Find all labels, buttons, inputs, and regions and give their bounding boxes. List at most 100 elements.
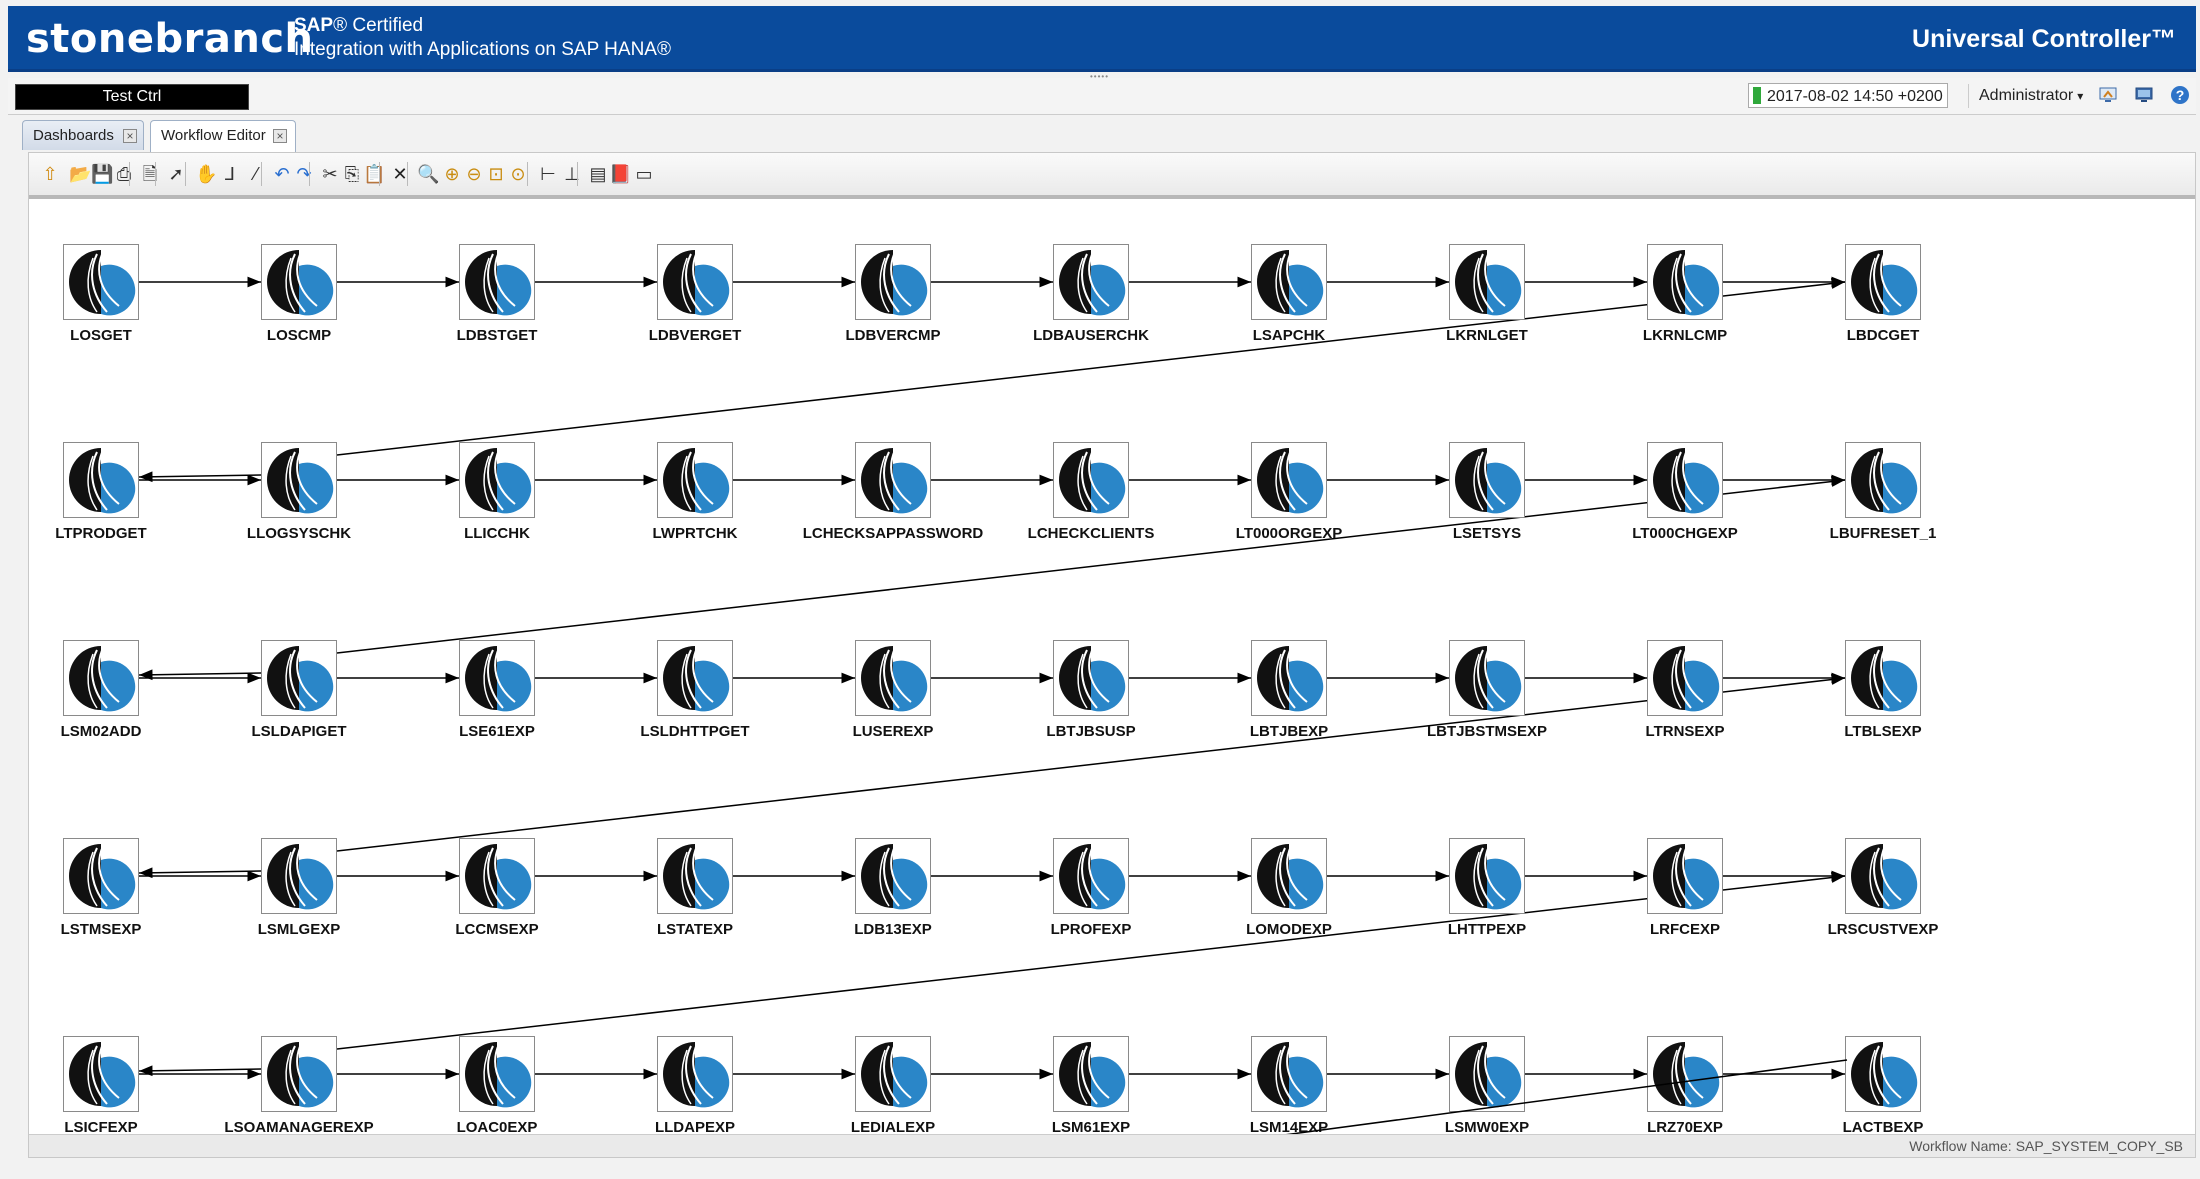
- workflow-task-node[interactable]: LBTJBSTMSEXP: [1427, 640, 1547, 741]
- sap-task-icon[interactable]: [1251, 838, 1327, 914]
- workflow-task-node[interactable]: LRSCUSTVEXP: [1828, 838, 1939, 939]
- print-preview-icon[interactable]: 🗎: [139, 163, 161, 185]
- workflow-task-node[interactable]: LSOAMANAGEREXP: [224, 1036, 374, 1137]
- home-monitor-icon[interactable]: [2098, 85, 2118, 105]
- workflow-task-node[interactable]: LBTJBEXP: [1250, 640, 1328, 741]
- sap-task-icon[interactable]: [63, 244, 139, 320]
- sap-task-icon[interactable]: [63, 838, 139, 914]
- sap-task-icon[interactable]: [855, 640, 931, 716]
- sap-task-icon[interactable]: [261, 1036, 337, 1112]
- layout-tree-icon[interactable]: ⊥: [561, 163, 583, 185]
- sap-task-icon[interactable]: [855, 442, 931, 518]
- tab-workflow-editor[interactable]: Workflow Editor ×: [150, 120, 296, 152]
- workflow-task-node[interactable]: LSMLGEXP: [258, 838, 341, 939]
- sap-task-icon[interactable]: [1449, 442, 1525, 518]
- workflow-task-node[interactable]: LOSGET: [63, 244, 139, 345]
- zoom-in-icon[interactable]: ⊕: [441, 163, 463, 185]
- sap-task-icon[interactable]: [657, 838, 733, 914]
- properties-icon[interactable]: ▤: [587, 163, 609, 185]
- sap-task-icon[interactable]: [1053, 442, 1129, 518]
- workflow-task-node[interactable]: LSLDAPIGET: [251, 640, 347, 741]
- workflow-task-node[interactable]: LTRNSEXP: [1646, 640, 1725, 741]
- sap-task-icon[interactable]: [1251, 244, 1327, 320]
- monitor-icon[interactable]: ▭: [633, 163, 655, 185]
- sap-task-icon[interactable]: [261, 838, 337, 914]
- undo-icon[interactable]: ↶: [271, 163, 293, 185]
- sap-task-icon[interactable]: [1053, 640, 1129, 716]
- workflow-task-node[interactable]: LCHECKSAPPASSWORD: [803, 442, 984, 543]
- print-icon[interactable]: ⎙: [113, 163, 135, 185]
- select-pointer-icon[interactable]: ➚: [165, 163, 187, 185]
- zoom-fit-icon[interactable]: ⊡: [485, 163, 507, 185]
- cut-icon[interactable]: ✂: [319, 163, 341, 185]
- paste-icon[interactable]: 📋: [363, 163, 385, 185]
- copy-icon[interactable]: ⎘: [341, 163, 363, 185]
- sap-task-icon[interactable]: [63, 442, 139, 518]
- connector-elbow-icon[interactable]: ⅃: [219, 163, 241, 185]
- zoom-icon[interactable]: 🔍: [417, 163, 439, 185]
- sap-task-icon[interactable]: [261, 442, 337, 518]
- workflow-task-node[interactable]: LKRNLCMP: [1643, 244, 1727, 345]
- help-icon[interactable]: ?: [2170, 85, 2190, 105]
- sap-task-icon[interactable]: [1449, 244, 1525, 320]
- workflow-diagram[interactable]: LOSGET LOSCMP LDBSTGET LDBVERGET LDBVERCMP LD…: [29, 199, 2195, 1139]
- book-icon[interactable]: 📕: [609, 163, 631, 185]
- workflow-task-node[interactable]: LSM61EXP: [1052, 1036, 1130, 1137]
- workflow-task-node[interactable]: LRZ70EXP: [1647, 1036, 1723, 1137]
- workflow-task-node[interactable]: LHTTPEXP: [1448, 838, 1526, 939]
- sap-task-icon[interactable]: [657, 442, 733, 518]
- workflow-task-node[interactable]: LOSCMP: [261, 244, 337, 345]
- sap-task-icon[interactable]: [1449, 838, 1525, 914]
- sap-task-icon[interactable]: [459, 442, 535, 518]
- layout-horizontal-icon[interactable]: ⊢: [537, 163, 559, 185]
- sap-task-icon[interactable]: [1647, 838, 1723, 914]
- close-icon[interactable]: ×: [123, 129, 137, 143]
- sap-task-icon[interactable]: [459, 838, 535, 914]
- workflow-task-node[interactable]: LTBLSEXP: [1844, 640, 1922, 741]
- sap-task-icon[interactable]: [1845, 640, 1921, 716]
- redo-icon[interactable]: ↷: [293, 163, 315, 185]
- close-icon[interactable]: ×: [273, 129, 287, 143]
- sap-task-icon[interactable]: [1251, 640, 1327, 716]
- workflow-task-node[interactable]: LDBVERCMP: [845, 244, 941, 345]
- sap-task-icon[interactable]: [1053, 244, 1129, 320]
- workflow-task-node[interactable]: LBTJBSUSP: [1046, 640, 1136, 741]
- workflow-task-node[interactable]: LSTMSEXP: [61, 838, 142, 939]
- sap-task-icon[interactable]: [1053, 1036, 1129, 1112]
- sap-task-icon[interactable]: [1845, 838, 1921, 914]
- sap-task-icon[interactable]: [657, 640, 733, 716]
- workflow-task-node[interactable]: LPROFEXP: [1051, 838, 1132, 939]
- sap-task-icon[interactable]: [1449, 640, 1525, 716]
- workflow-task-node[interactable]: LDBVERGET: [649, 244, 742, 345]
- sap-task-icon[interactable]: [1647, 442, 1723, 518]
- sap-task-icon[interactable]: [855, 838, 931, 914]
- sap-task-icon[interactable]: [1053, 838, 1129, 914]
- workflow-task-node[interactable]: LOAC0EXP: [457, 1036, 538, 1137]
- workflow-task-node[interactable]: LDBAUSERCHK: [1033, 244, 1149, 345]
- workflow-task-node[interactable]: LDBSTGET: [457, 244, 538, 345]
- sap-task-icon[interactable]: [1647, 1036, 1723, 1112]
- sap-task-icon[interactable]: [459, 244, 535, 320]
- workflow-task-node[interactable]: LKRNLGET: [1446, 244, 1528, 345]
- sap-task-icon[interactable]: [63, 1036, 139, 1112]
- workflow-task-node[interactable]: LDB13EXP: [854, 838, 932, 939]
- workflow-task-node[interactable]: LSICFEXP: [63, 1036, 139, 1137]
- sap-task-icon[interactable]: [1251, 442, 1327, 518]
- user-menu[interactable]: Administrator ▾: [1968, 84, 2083, 108]
- sap-task-icon[interactable]: [1845, 442, 1921, 518]
- workflow-task-node[interactable]: LUSEREXP: [853, 640, 934, 741]
- workflow-task-node[interactable]: LRFCEXP: [1647, 838, 1723, 939]
- workflow-canvas[interactable]: LOSGET LOSCMP LDBSTGET LDBVERGET LDBVERCMP LD…: [29, 199, 2195, 1147]
- sap-task-icon[interactable]: [1647, 640, 1723, 716]
- workflow-task-node[interactable]: LT000CHGEXP: [1632, 442, 1738, 543]
- workflow-task-node[interactable]: LCHECKCLIENTS: [1028, 442, 1155, 543]
- zoom-out-icon[interactable]: ⊖: [463, 163, 485, 185]
- sap-task-icon[interactable]: [459, 640, 535, 716]
- sap-task-icon[interactable]: [855, 1036, 931, 1112]
- workflow-task-node[interactable]: LBUFRESET_1: [1830, 442, 1937, 543]
- workflow-task-node[interactable]: LCCMSEXP: [455, 838, 539, 939]
- workflow-task-node[interactable]: LSETSYS: [1449, 442, 1525, 543]
- workflow-task-node[interactable]: LSMW0EXP: [1445, 1036, 1529, 1137]
- sap-task-icon[interactable]: [657, 1036, 733, 1112]
- workflow-task-node[interactable]: LSTATEXP: [657, 838, 733, 939]
